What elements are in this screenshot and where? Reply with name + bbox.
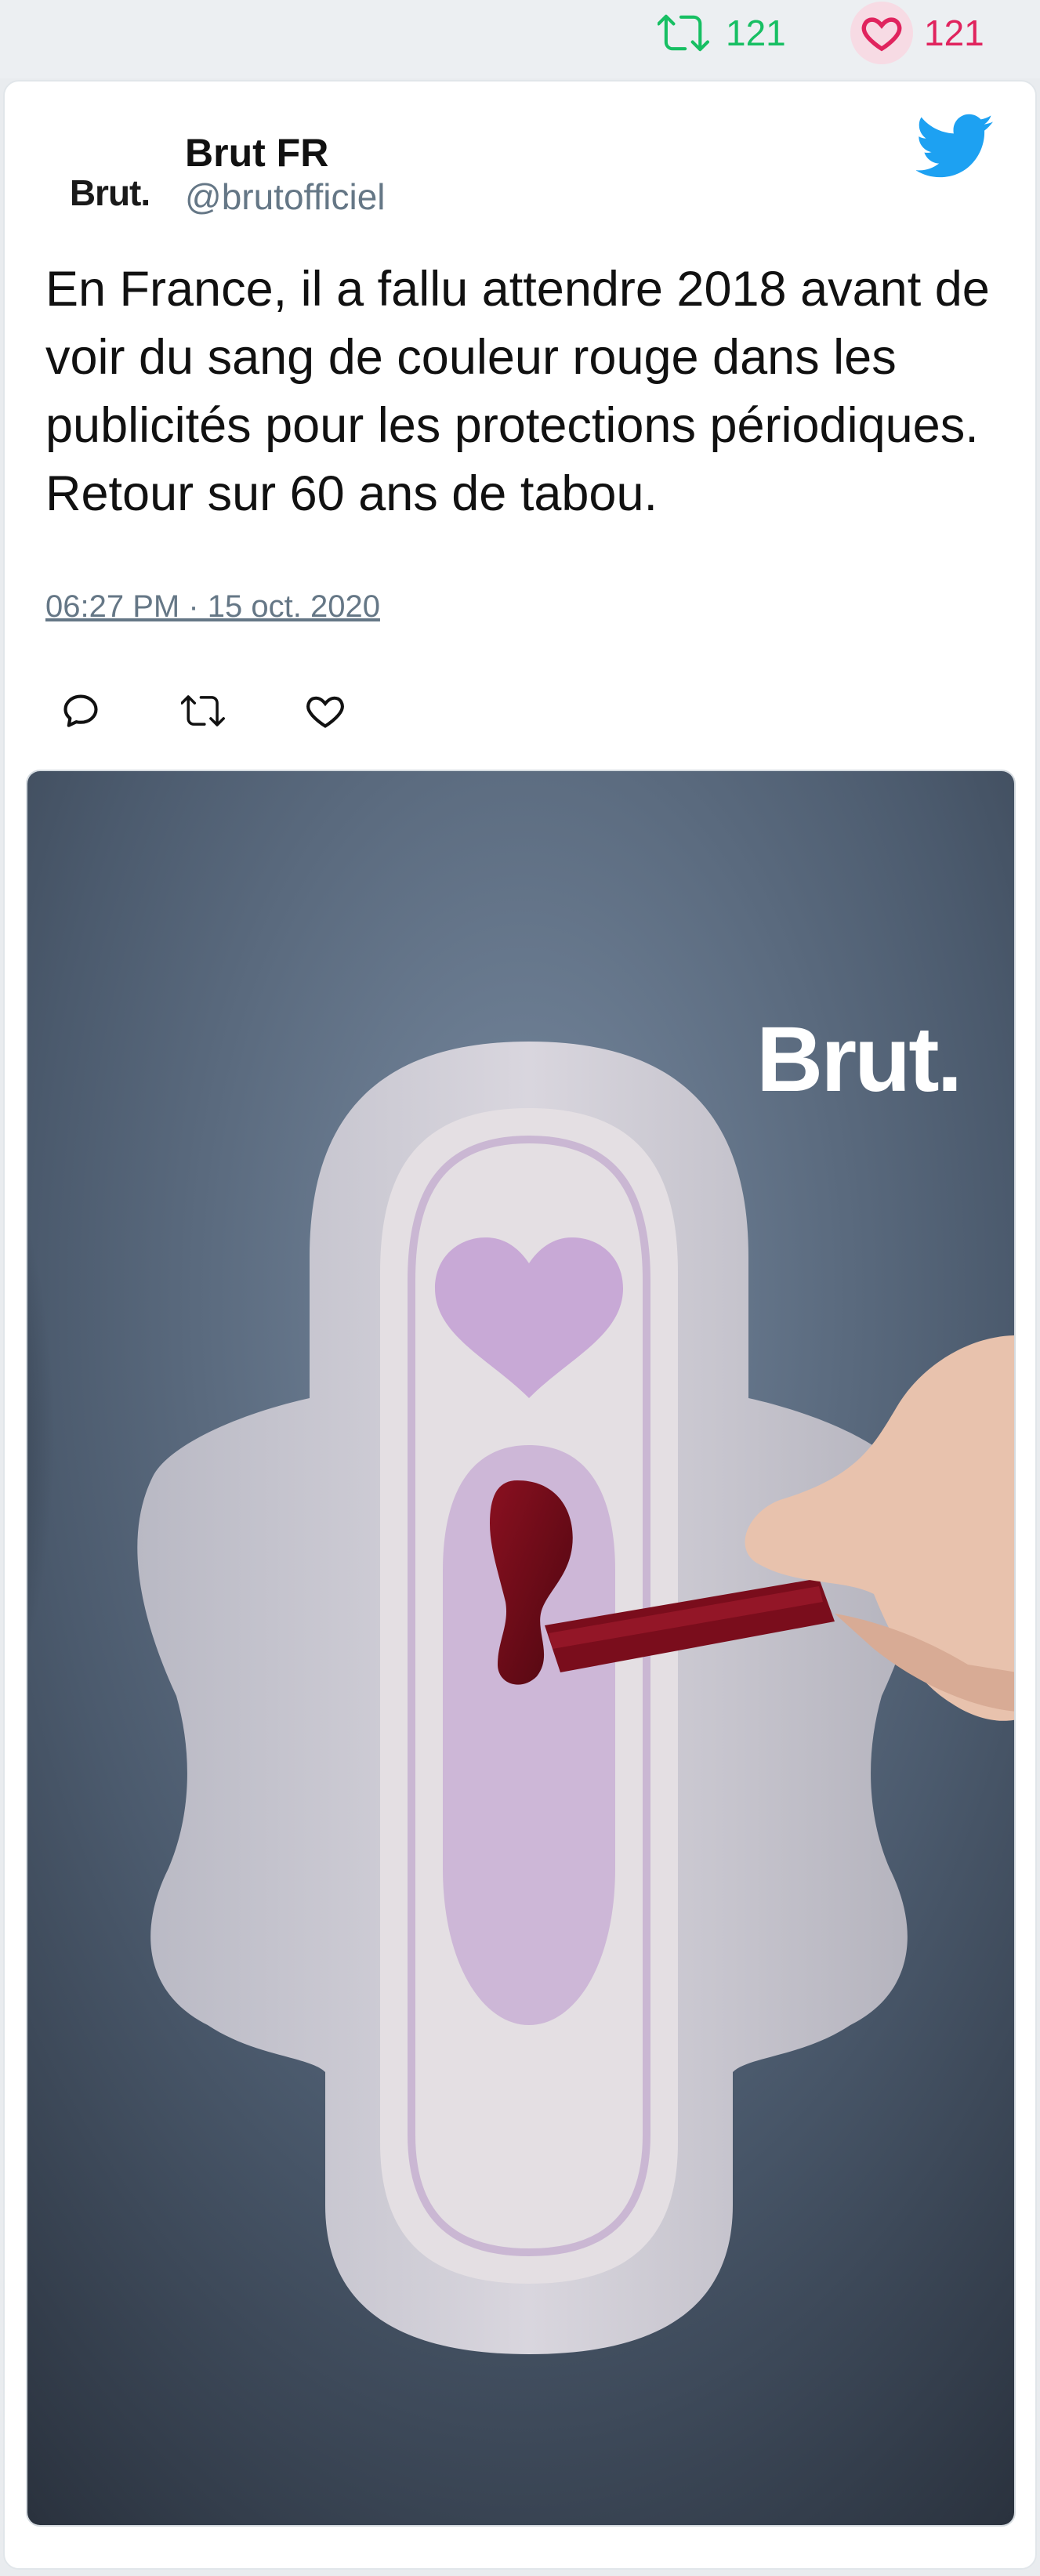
like-stat[interactable]: 121 xyxy=(850,2,984,64)
reply-icon xyxy=(63,694,98,727)
avatar[interactable]: Brut. xyxy=(49,132,171,254)
reply-button[interactable] xyxy=(53,683,108,738)
retweet-icon xyxy=(652,2,715,64)
tweet-card: Brut. Brut FR @brutofficiel En France, i… xyxy=(3,80,1037,2570)
author-name[interactable]: Brut FR xyxy=(185,130,328,176)
author-handle[interactable]: @brutofficiel xyxy=(185,176,386,218)
heart-icon xyxy=(306,696,344,728)
tweet-actions xyxy=(53,683,420,738)
heart-icon xyxy=(850,2,913,64)
twitter-bird-icon[interactable] xyxy=(916,113,995,180)
media-watermark: Brut. xyxy=(756,1008,962,1111)
tweet-text: En France, il a fallu attendre 2018 avan… xyxy=(45,262,990,521)
engagement-bar: 121 121 xyxy=(0,0,1040,78)
retweet-icon xyxy=(181,695,225,726)
retweet-stat[interactable]: 121 xyxy=(652,8,786,58)
tweet-media-image[interactable]: Brut. xyxy=(26,770,1016,2527)
tweet-timestamp-link[interactable]: 06:27 PM · 15 oct. 2020 xyxy=(45,589,380,625)
avatar-logo-text: Brut. xyxy=(69,172,150,213)
retweet-button[interactable] xyxy=(176,683,230,738)
like-button[interactable] xyxy=(298,683,353,738)
retweet-count: 121 xyxy=(726,13,786,53)
like-count: 121 xyxy=(924,13,984,53)
